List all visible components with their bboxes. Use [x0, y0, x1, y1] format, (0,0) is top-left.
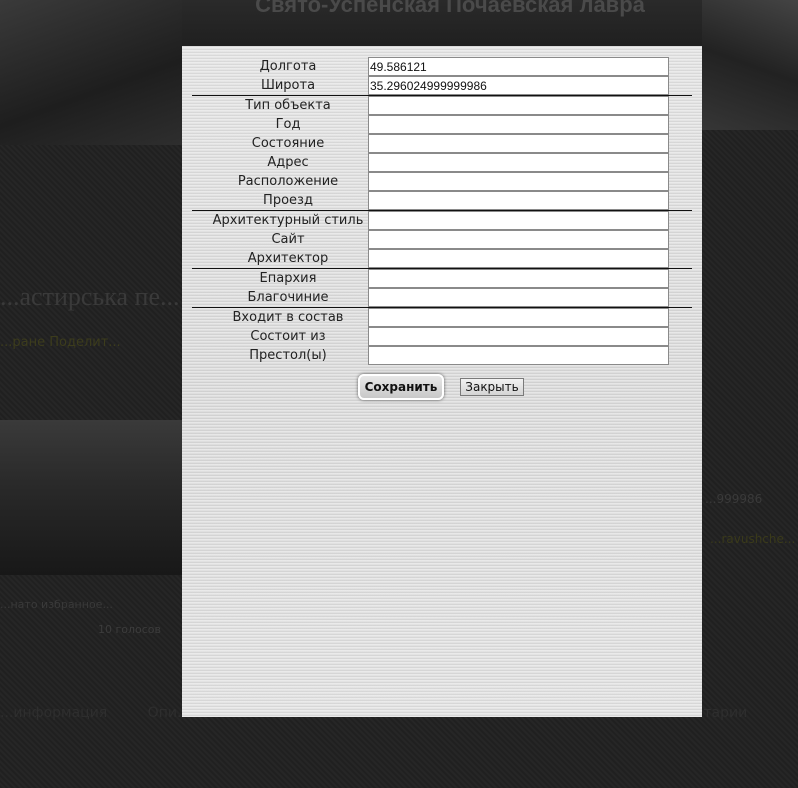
part-of-label: Входит в состав — [232, 310, 344, 325]
architect-label: Архитектор — [247, 251, 329, 266]
form-row-condition: Состояние — [182, 134, 702, 153]
object-type-input[interactable] — [368, 96, 669, 115]
directions-input[interactable] — [368, 191, 669, 210]
consists-of-input[interactable] — [368, 327, 669, 346]
form-row-architectural-style: Архитектурный стиль — [182, 211, 702, 230]
form-row-longitude: Долгота — [182, 57, 702, 76]
favorites-count-text: ...нато избранное... — [0, 598, 113, 611]
consists-of-label: Состоит из — [250, 329, 326, 344]
header-photo-right — [702, 0, 798, 130]
longitude-input[interactable] — [368, 57, 669, 76]
condition-input[interactable] — [368, 134, 669, 153]
condition-label: Состояние — [251, 136, 325, 151]
object-photo — [0, 420, 182, 575]
form-row-address: Адрес — [182, 153, 702, 172]
latitude-input[interactable] — [368, 76, 669, 95]
link-text: ...ravushche... — [710, 532, 796, 546]
website-input[interactable] — [368, 230, 669, 249]
header-photo-left — [0, 0, 182, 145]
tab-info: ...информация — [0, 705, 108, 721]
directions-label: Проезд — [263, 193, 313, 208]
form-row-year: Год — [182, 115, 702, 134]
form-row-architect: Архитектор — [182, 249, 702, 268]
longitude-label: Долгота — [259, 59, 317, 74]
form-row-altars: Престол(ы) — [182, 346, 702, 365]
eparchy-input[interactable] — [368, 269, 669, 288]
year-label: Год — [275, 117, 301, 132]
form-row-consists-of: Состоит из — [182, 327, 702, 346]
form-row-part-of: Входит в состав — [182, 308, 702, 327]
coordinates-text: ...999986 — [705, 492, 763, 506]
form-row-directions: Проезд — [182, 191, 702, 210]
deanery-label: Благочиние — [247, 290, 329, 305]
form-row-location: Расположение — [182, 172, 702, 191]
page-title: ...астирська пе... — [0, 282, 180, 311]
site-title: Свято-Успенская Почаевская лавра — [255, 0, 645, 17]
architectural-style-label: Архитектурный стиль — [212, 213, 364, 228]
object-type-label: Тип объекта — [245, 98, 331, 113]
architect-input[interactable] — [368, 249, 669, 268]
form-row-website: Сайт — [182, 230, 702, 249]
deanery-input[interactable] — [368, 288, 669, 307]
votes-count: 10 голосов — [98, 623, 162, 636]
location-label: Расположение — [237, 174, 339, 189]
save-button[interactable]: Сохранить — [358, 374, 444, 400]
altars-input[interactable] — [368, 346, 669, 365]
part-of-input[interactable] — [368, 308, 669, 327]
location-input[interactable] — [368, 172, 669, 191]
eparchy-label: Епархия — [259, 271, 317, 286]
website-label: Сайт — [271, 232, 305, 247]
address-label: Адрес — [267, 155, 309, 170]
architectural-style-input[interactable] — [368, 211, 669, 230]
favorites-share-links: ...ране Поделит... — [0, 335, 121, 350]
altars-label: Престол(ы) — [249, 348, 327, 363]
latitude-label: Широта — [260, 78, 316, 93]
address-input[interactable] — [368, 153, 669, 172]
form-row-latitude: Широта — [182, 76, 702, 95]
form-row-deanery: Благочиние — [182, 288, 702, 307]
form-row-eparchy: Епархия — [182, 269, 702, 288]
year-input[interactable] — [368, 115, 669, 134]
edit-object-dialog: Долгота Широта Тип объекта Год Состояние… — [182, 46, 702, 717]
form-row-object-type: Тип объекта — [182, 96, 702, 115]
close-button[interactable]: Закрыть — [460, 378, 524, 396]
